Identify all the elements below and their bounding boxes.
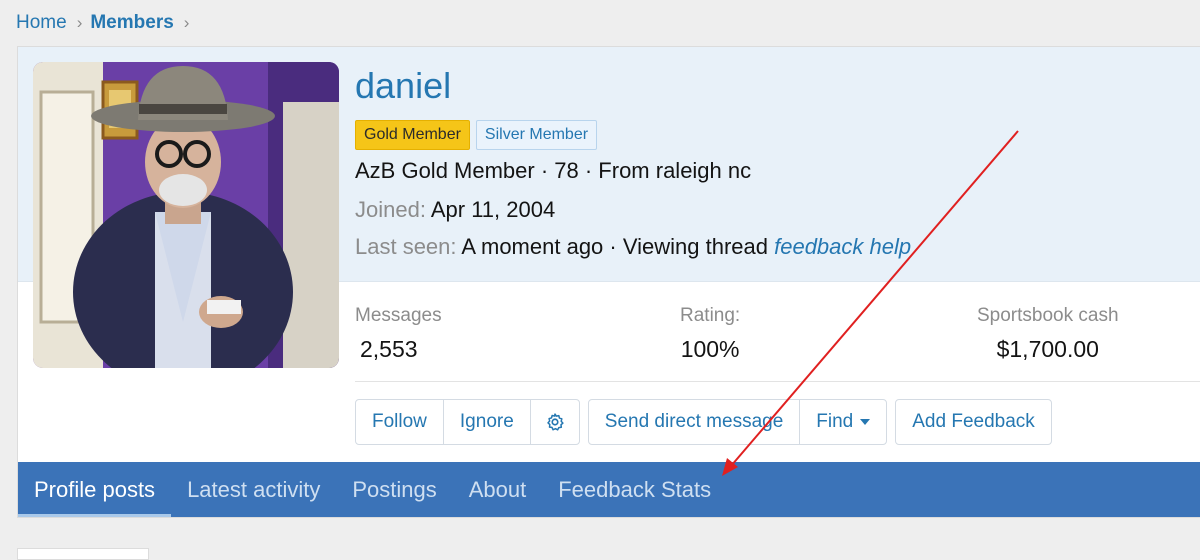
- stats-divider: [355, 381, 1200, 382]
- joined-row: Joined: Apr 11, 2004: [355, 195, 555, 225]
- stat-label: Messages: [355, 305, 442, 326]
- gear-icon[interactable]: [531, 400, 579, 444]
- stat-sportsbook-cash: Sportsbook cash $1,700.00: [977, 303, 1119, 365]
- stat-value: 100%: [680, 336, 740, 362]
- find-menu-button[interactable]: Find: [800, 400, 886, 444]
- find-label: Find: [816, 411, 854, 432]
- stat-label: Rating:: [680, 305, 741, 326]
- joined-label: Joined:: [355, 197, 426, 222]
- tab-feedback-stats[interactable]: Feedback Stats: [542, 462, 727, 517]
- last-seen-row: Last seen: A moment ago · Viewing thread…: [355, 232, 911, 262]
- member-stats: Messages 2,553 Rating: 100% Sportsbook c…: [355, 303, 1200, 383]
- chevron-right-icon: ›: [76, 13, 83, 32]
- stat-label: Sportsbook cash: [977, 305, 1119, 326]
- caret-down-icon: [860, 419, 871, 425]
- joined-value: Apr 11, 2004: [430, 197, 556, 222]
- lower-tab-stub: [17, 548, 149, 560]
- stat-rating: Rating: 100%: [680, 303, 740, 365]
- user-title-line: AzB Gold Member · 78 · From raleigh nc: [355, 158, 752, 183]
- gold-member-banner: Gold Member: [355, 120, 470, 150]
- username[interactable]: daniel: [355, 66, 451, 106]
- chevron-right-icon: ›: [183, 13, 190, 32]
- last-seen-value: A moment ago · Viewing thread: [461, 234, 768, 259]
- breadcrumb: Home › Members ›: [16, 10, 197, 36]
- send-direct-message-button[interactable]: Send direct message: [589, 400, 801, 444]
- stat-messages[interactable]: Messages 2,553: [355, 303, 442, 365]
- follow-button-group: Follow Ignore: [355, 399, 580, 445]
- stat-value: $1,700.00: [996, 336, 1099, 362]
- avatar[interactable]: [33, 62, 339, 368]
- user-banners: Gold Member Silver Member: [355, 120, 598, 150]
- breadcrumb-members[interactable]: Members: [90, 12, 173, 34]
- last-seen-label: Last seen:: [355, 234, 457, 259]
- tab-latest-activity[interactable]: Latest activity: [171, 462, 336, 517]
- add-feedback-button[interactable]: Add Feedback: [896, 400, 1051, 444]
- silver-member-banner: Silver Member: [475, 120, 598, 150]
- tab-about[interactable]: About: [453, 462, 543, 517]
- message-button-group: Send direct message Find: [587, 399, 888, 445]
- breadcrumb-home[interactable]: Home: [16, 12, 67, 34]
- profile-tabs: Profile posts Latest activity Postings A…: [18, 462, 1200, 517]
- follow-button[interactable]: Follow: [356, 400, 444, 444]
- feedback-button-group: Add Feedback: [895, 399, 1052, 445]
- viewing-thread-link[interactable]: feedback help: [774, 234, 911, 259]
- ignore-button[interactable]: Ignore: [444, 400, 531, 444]
- stat-value: 2,553: [360, 336, 418, 362]
- member-profile-card: daniel Gold Member Silver Member AzB Gol…: [17, 46, 1200, 518]
- profile-actions: Follow Ignore Send direct message Find A…: [355, 399, 1060, 445]
- tab-postings[interactable]: Postings: [336, 462, 452, 517]
- tab-profile-posts[interactable]: Profile posts: [18, 462, 172, 517]
